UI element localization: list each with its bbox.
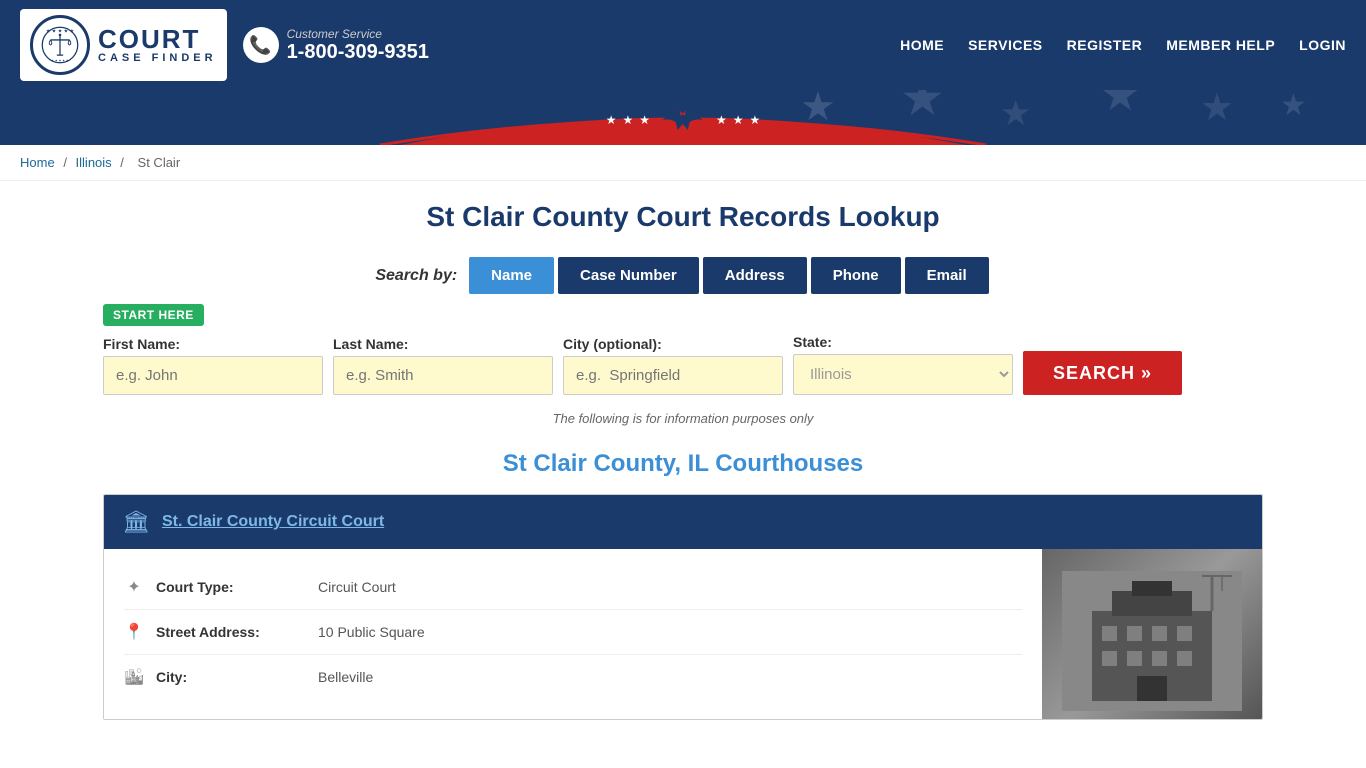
first-name-label: First Name: bbox=[103, 336, 323, 352]
site-header: ★ ★ ★ ★ ★ ★ ★ ★ ★ ★ COURT CASE FINDER bbox=[0, 0, 1366, 90]
court-type-row: ✦ Court Type: Circuit Court bbox=[124, 565, 1022, 610]
state-group: State: Illinois Alabama Alaska Arizona A… bbox=[793, 334, 1013, 395]
state-select[interactable]: Illinois Alabama Alaska Arizona Arkansas… bbox=[793, 354, 1013, 395]
court-type-icon: ✦ bbox=[124, 577, 144, 597]
logo[interactable]: ★ ★ ★ ★ ★ ★ ★ ★ ★ ★ COURT CASE FINDER bbox=[20, 9, 227, 81]
courthouse-image-placeholder bbox=[1042, 549, 1262, 719]
header-left: ★ ★ ★ ★ ★ ★ ★ ★ ★ ★ COURT CASE FINDER bbox=[20, 9, 429, 81]
search-by-row: Search by: Name Case Number Address Phon… bbox=[103, 257, 1263, 294]
svg-text:★: ★ bbox=[900, 90, 945, 126]
last-name-group: Last Name: bbox=[333, 336, 553, 395]
last-name-label: Last Name: bbox=[333, 336, 553, 352]
info-note: The following is for information purpose… bbox=[103, 411, 1263, 426]
svg-text:★ ★ ★ ★ ★: ★ ★ ★ ★ ★ bbox=[46, 28, 75, 34]
logo-case-finder-label: CASE FINDER bbox=[98, 52, 217, 64]
cs-phone: 1-800-309-9351 bbox=[287, 41, 429, 64]
nav-services[interactable]: SERVICES bbox=[968, 37, 1043, 53]
city-label-detail: City: bbox=[156, 669, 306, 685]
svg-text:★ ★ ★ ★ ★: ★ ★ ★ ★ ★ bbox=[51, 58, 69, 62]
street-address-label: Street Address: bbox=[156, 624, 306, 640]
tab-case-number[interactable]: Case Number bbox=[558, 257, 699, 294]
svg-text:★: ★ bbox=[1200, 90, 1234, 129]
logo-text: COURT CASE FINDER bbox=[98, 26, 217, 64]
main-content: St Clair County Court Records Lookup Sea… bbox=[83, 181, 1283, 760]
cs-text: Customer Service 1-800-309-9351 bbox=[287, 27, 429, 64]
logo-emblem: ★ ★ ★ ★ ★ ★ ★ ★ ★ ★ bbox=[30, 15, 90, 75]
city-input[interactable] bbox=[563, 356, 783, 395]
breadcrumb-sep-1: / bbox=[63, 155, 70, 170]
search-button[interactable]: SEARCH » bbox=[1023, 351, 1182, 395]
court-type-value: Circuit Court bbox=[318, 579, 396, 595]
eagle-emblem-banner: ★★★ ★★★ bbox=[606, 102, 761, 137]
city-group: City (optional): bbox=[563, 336, 783, 395]
last-name-input[interactable] bbox=[333, 356, 553, 395]
main-nav: HOME SERVICES REGISTER MEMBER HELP LOGIN bbox=[900, 37, 1346, 53]
courthouse-details: ✦ Court Type: Circuit Court 📍 Street Add… bbox=[104, 549, 1042, 719]
city-value: Belleville bbox=[318, 669, 373, 685]
search-by-label: Search by: bbox=[375, 267, 457, 285]
svg-text:★: ★ bbox=[1100, 90, 1140, 120]
courthouse-image bbox=[1042, 549, 1262, 719]
courthouse-card-header: 🏛 St. Clair County Circuit Court bbox=[104, 495, 1262, 549]
cs-label: Customer Service bbox=[287, 27, 429, 41]
nav-register[interactable]: REGISTER bbox=[1067, 37, 1143, 53]
breadcrumb-state[interactable]: Illinois bbox=[76, 155, 112, 170]
street-address-row: 📍 Street Address: 10 Public Square bbox=[124, 610, 1022, 655]
phone-icon: 📞 bbox=[243, 27, 279, 63]
courthouse-card-body: ✦ Court Type: Circuit Court 📍 Street Add… bbox=[104, 549, 1262, 719]
first-name-input[interactable] bbox=[103, 356, 323, 395]
tab-name[interactable]: Name bbox=[469, 257, 554, 294]
search-form: First Name: Last Name: City (optional): … bbox=[103, 334, 1263, 395]
nav-home[interactable]: HOME bbox=[900, 37, 944, 53]
breadcrumb-county: St Clair bbox=[138, 155, 181, 170]
courthouse-card: 🏛 St. Clair County Circuit Court ✦ Court… bbox=[103, 494, 1263, 720]
street-address-value: 10 Public Square bbox=[318, 624, 425, 640]
state-label: State: bbox=[793, 334, 1013, 350]
customer-service: 📞 Customer Service 1-800-309-9351 bbox=[243, 27, 429, 64]
breadcrumb: Home / Illinois / St Clair bbox=[0, 145, 1366, 181]
address-icon: 📍 bbox=[124, 622, 144, 642]
court-type-label: Court Type: bbox=[156, 579, 306, 595]
city-row: 🏙 City: Belleville bbox=[124, 655, 1022, 699]
svg-text:★: ★ bbox=[1280, 90, 1307, 122]
city-label: City (optional): bbox=[563, 336, 783, 352]
tab-email[interactable]: Email bbox=[905, 257, 989, 294]
courthouse-name-link[interactable]: St. Clair County Circuit Court bbox=[162, 513, 384, 531]
breadcrumb-sep-2: / bbox=[120, 155, 127, 170]
tab-phone[interactable]: Phone bbox=[811, 257, 901, 294]
start-here-badge: START HERE bbox=[103, 304, 204, 326]
first-name-group: First Name: bbox=[103, 336, 323, 395]
breadcrumb-home[interactable]: Home bbox=[20, 155, 55, 170]
eagle-banner: ★ ★ ★ ★ ★ ★ ★★★ ★★★ bbox=[0, 90, 1366, 145]
nav-login[interactable]: LOGIN bbox=[1299, 37, 1346, 53]
courthouse-icon: 🏛 bbox=[122, 509, 150, 535]
logo-court-label: COURT bbox=[98, 26, 217, 52]
page-title: St Clair County Court Records Lookup bbox=[103, 201, 1263, 233]
stars-right: ★★★ bbox=[716, 113, 760, 127]
nav-member-help[interactable]: MEMBER HELP bbox=[1166, 37, 1275, 53]
tab-address[interactable]: Address bbox=[703, 257, 807, 294]
svg-text:★: ★ bbox=[1000, 94, 1031, 133]
stars-left: ★★★ bbox=[606, 113, 650, 127]
courthouses-title: St Clair County, IL Courthouses bbox=[103, 450, 1263, 478]
city-icon: 🏙 bbox=[124, 667, 144, 687]
